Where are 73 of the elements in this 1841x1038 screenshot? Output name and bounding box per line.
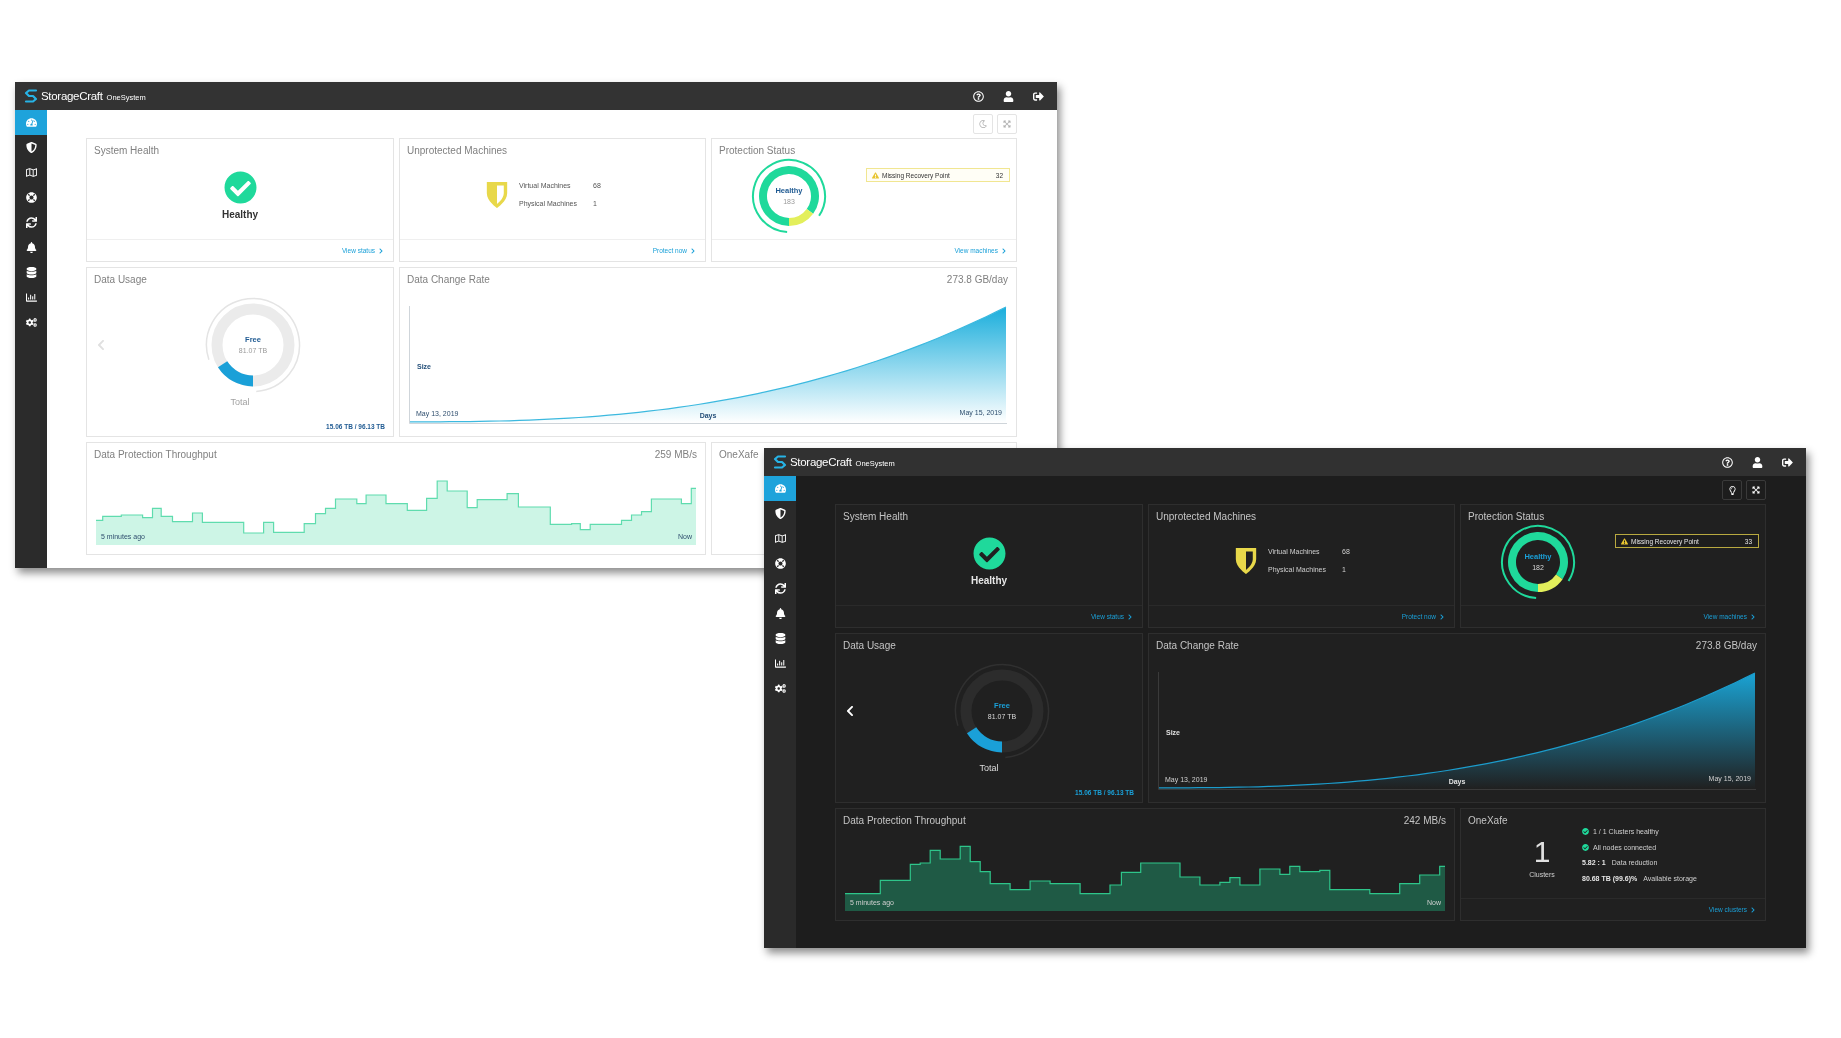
bell-icon: [25, 242, 37, 253]
donut-slice: [789, 209, 814, 226]
card-title: Data Protection Throughput: [843, 815, 966, 827]
lifebuoy-icon: [25, 192, 37, 203]
user-icon[interactable]: [1752, 456, 1763, 468]
chevron-right-icon: [378, 247, 384, 254]
chevron-right-icon: [690, 247, 696, 254]
lifebuoy-icon: [774, 558, 786, 569]
donut-slice: [1508, 532, 1568, 592]
warning-icon: [872, 171, 879, 179]
donut-caption: Total: [979, 762, 999, 774]
brand-name: StorageCraft: [790, 456, 852, 468]
card-title: Data Usage: [843, 640, 896, 652]
donut-slice: [759, 166, 819, 226]
rate-value: 273.8 GB/day: [1695, 640, 1757, 652]
rate-value: 242 MB/s: [1403, 815, 1446, 827]
card-title: Unprotected Machines: [1156, 511, 1257, 523]
help-icon[interactable]: [973, 90, 984, 102]
card-title: Protection Status: [1468, 511, 1545, 523]
rate-value: 259 MB/s: [654, 449, 697, 461]
card-title: Data Protection Throughput: [94, 449, 217, 461]
logo-icon: [24, 88, 38, 104]
lightbulb-icon: [1727, 485, 1737, 495]
gauge-icon: [774, 483, 786, 494]
card-title: Data Usage: [94, 274, 147, 286]
half-shield-icon: [486, 182, 508, 208]
gears-icon: [774, 683, 786, 694]
expand-icon: [1752, 486, 1760, 494]
card-title: System Health: [94, 145, 160, 157]
shield-icon: [25, 142, 37, 153]
half-shield-icon: [1235, 548, 1257, 574]
card-title: Protection Status: [719, 145, 796, 157]
map-icon: [25, 167, 37, 178]
database-icon: [25, 267, 37, 278]
expand-icon: [1003, 120, 1011, 128]
chevron-right-icon: [1439, 613, 1445, 620]
refresh-icon: [25, 217, 37, 228]
theme-toggle-button[interactable]: [1722, 480, 1742, 500]
bar-chart-icon: [25, 292, 37, 303]
card-title: OneXafe: [719, 449, 759, 461]
shield-icon: [774, 508, 786, 519]
fullscreen-button[interactable]: [1746, 480, 1766, 500]
bell-icon: [774, 608, 786, 619]
moon-icon: [979, 120, 987, 128]
card-title: Data Change Rate: [407, 274, 490, 286]
brand-name: StorageCraft: [41, 90, 103, 102]
donut-caption: Total: [230, 396, 250, 408]
card-title: Unprotected Machines: [407, 145, 508, 157]
chevron-right-icon: [1750, 906, 1756, 913]
refresh-icon: [774, 583, 786, 594]
chevron-right-icon: [1127, 613, 1133, 620]
logout-icon[interactable]: [1033, 90, 1044, 102]
database-icon: [774, 633, 786, 644]
rate-value: 273.8 GB/day: [946, 274, 1008, 286]
user-icon[interactable]: [1003, 90, 1014, 102]
map-icon: [774, 533, 786, 544]
gears-icon: [25, 317, 37, 328]
card-title: OneXafe: [1468, 815, 1508, 827]
logo-icon: [773, 454, 787, 470]
status-label: Healthy: [970, 575, 1008, 587]
bar-chart-icon: [774, 658, 786, 669]
card-title: System Health: [843, 511, 909, 523]
status-label: Healthy: [221, 209, 259, 221]
chevron-left-icon[interactable]: [844, 705, 856, 717]
chevron-right-icon: [1750, 613, 1756, 620]
donut-slice: [1538, 574, 1563, 592]
help-icon[interactable]: [1722, 456, 1733, 468]
chevron-right-icon: [1001, 247, 1007, 254]
warning-icon: [1621, 537, 1628, 545]
card-title: Data Change Rate: [1156, 640, 1239, 652]
logout-icon[interactable]: [1782, 456, 1793, 468]
gauge-icon: [25, 117, 37, 128]
cluster-count: 1: [1533, 837, 1551, 867]
